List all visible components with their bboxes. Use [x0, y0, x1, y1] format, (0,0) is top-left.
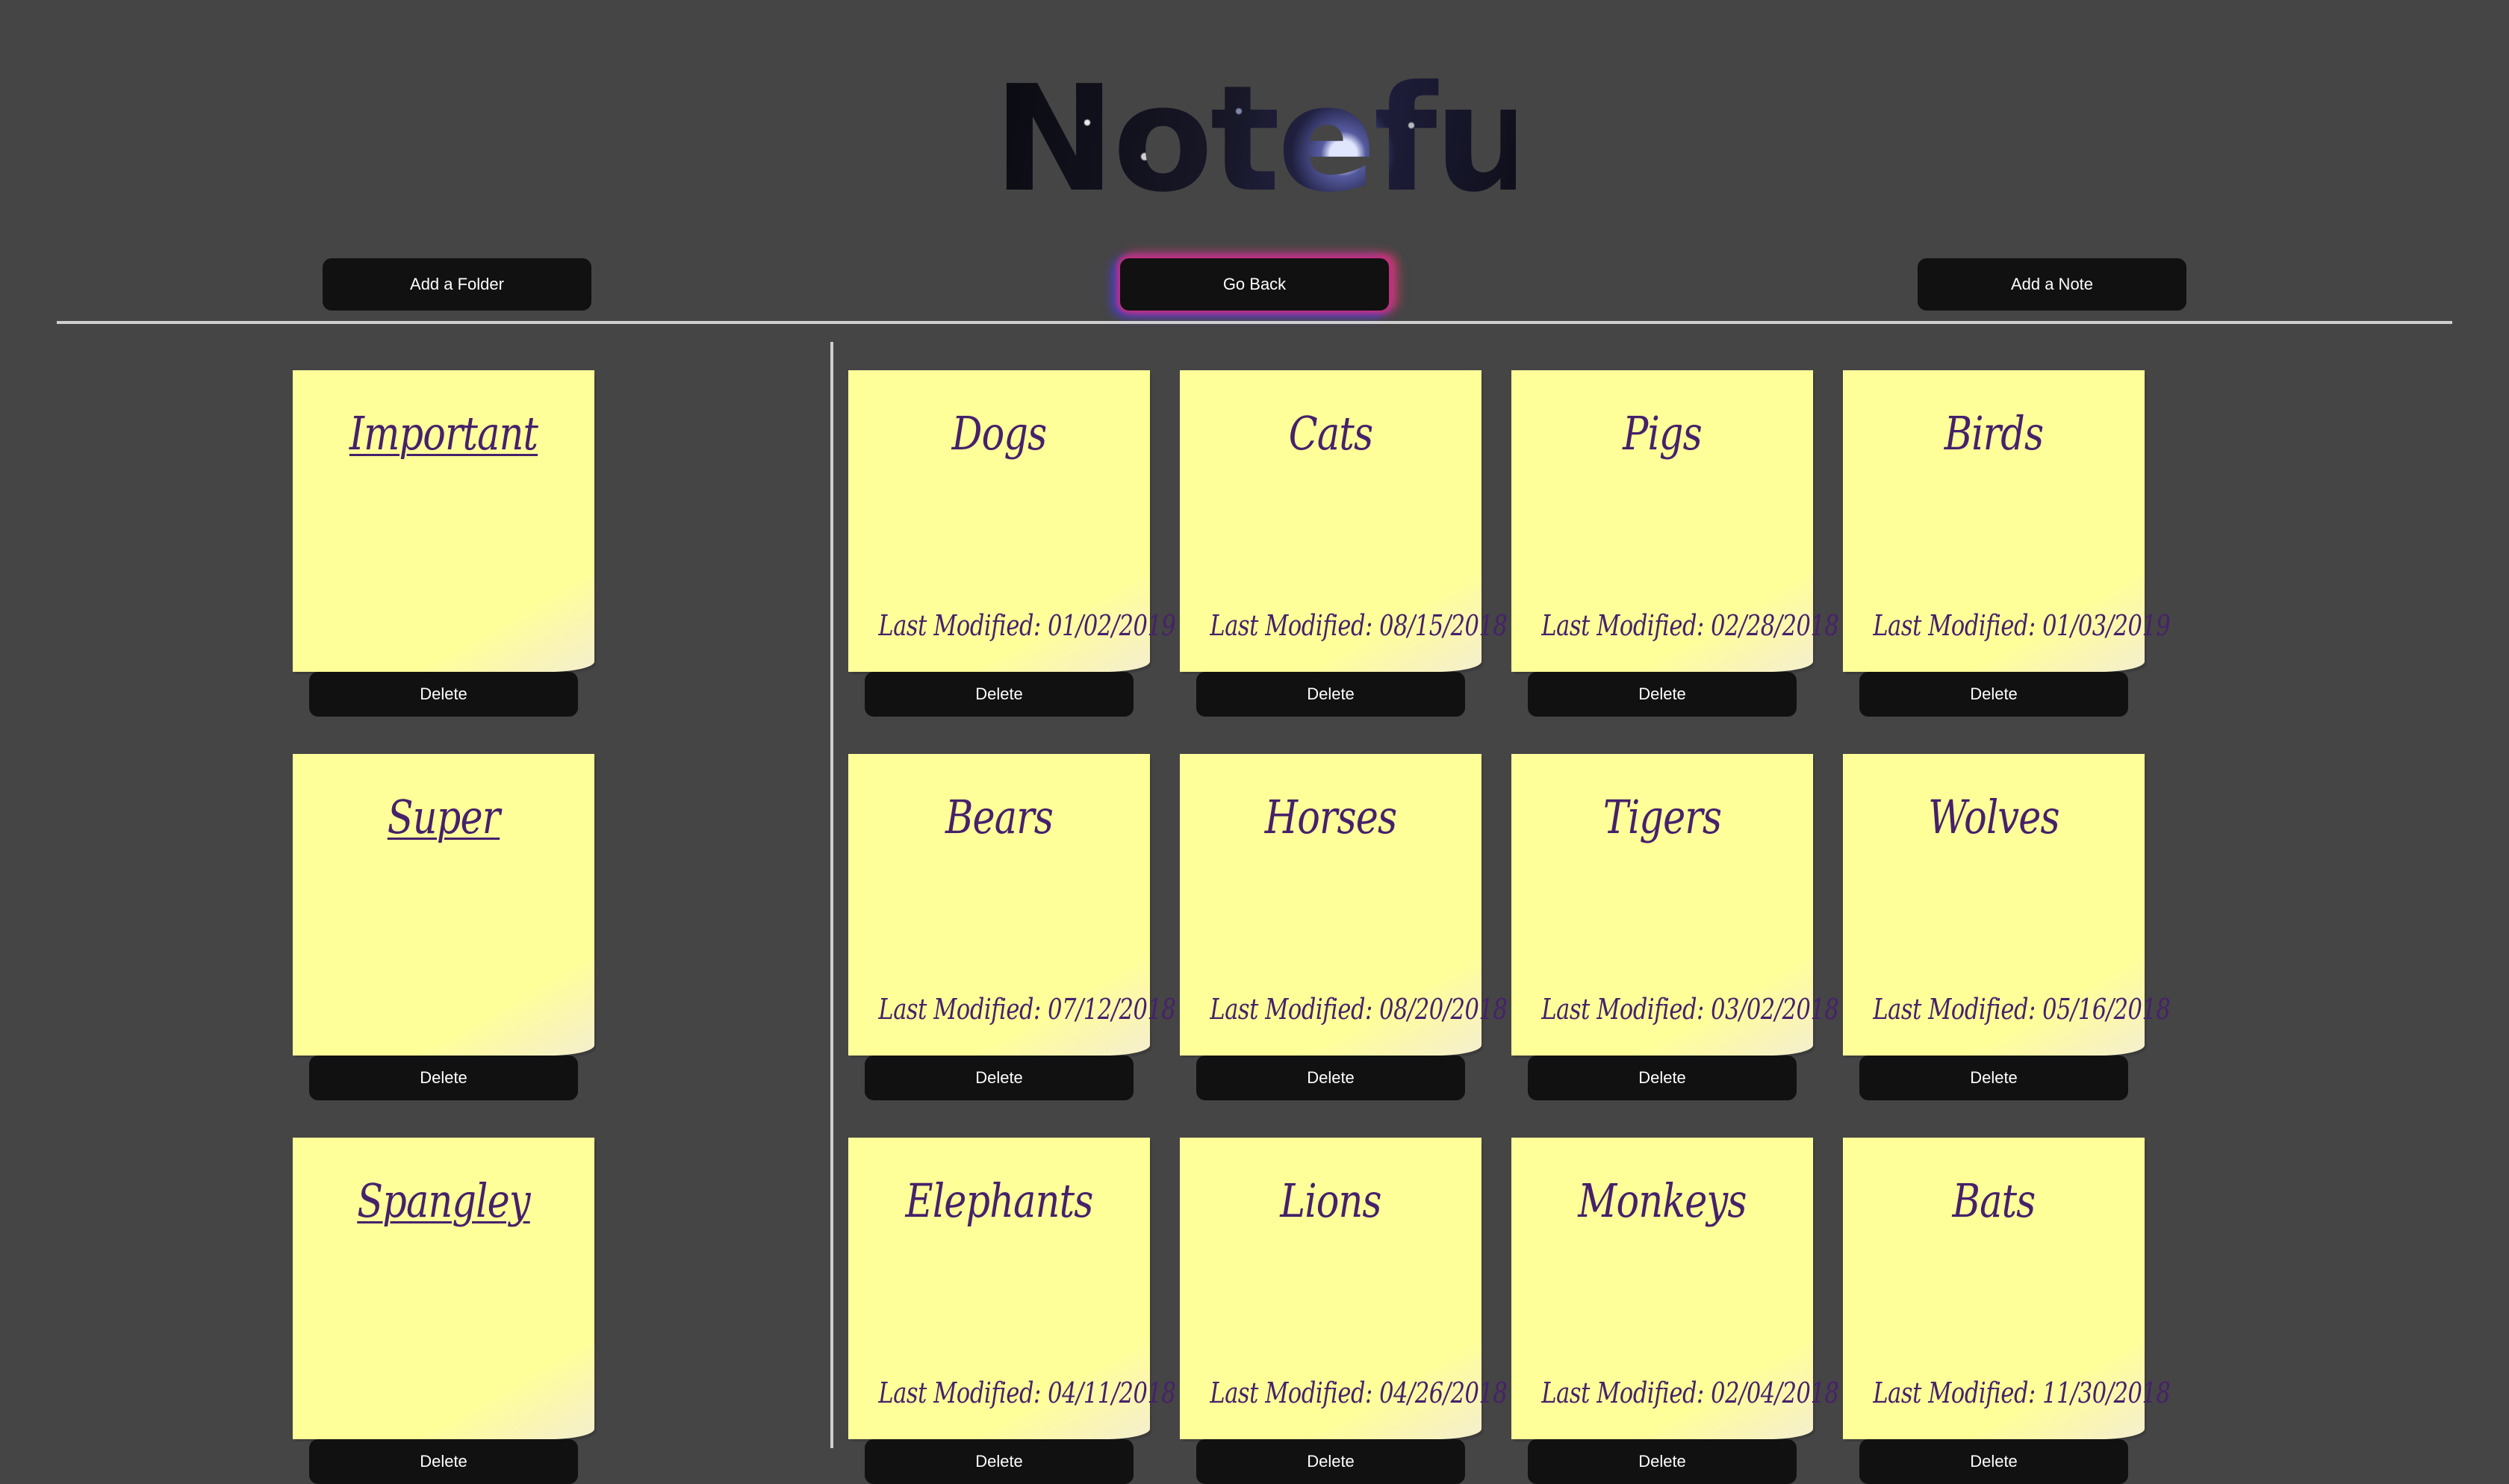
- folder-link[interactable]: Important: [320, 406, 567, 461]
- note-title[interactable]: Cats: [1207, 406, 1454, 461]
- delete-note-button[interactable]: Delete: [1528, 1056, 1797, 1100]
- note-card[interactable]: Bears Last Modified: 07/12/2018: [848, 754, 1176, 1056]
- folder-card: Super: [293, 754, 594, 1056]
- note-modified-date: Last Modified: 01/03/2019: [1873, 609, 2171, 642]
- note-modified-date: Last Modified: 04/11/2018: [878, 1377, 1176, 1409]
- note-card[interactable]: Lions Last Modified: 04/26/2018: [1180, 1138, 1508, 1439]
- note-card[interactable]: Bats Last Modified: 11/30/2018: [1843, 1138, 2171, 1439]
- delete-folder-button[interactable]: Delete: [309, 1056, 578, 1100]
- delete-note-button[interactable]: Delete: [865, 1056, 1134, 1100]
- delete-note-button[interactable]: Delete: [1196, 1056, 1465, 1100]
- note-title[interactable]: Lions: [1207, 1173, 1454, 1228]
- add-folder-button[interactable]: Add a Folder: [323, 258, 591, 311]
- delete-note-button[interactable]: Delete: [1859, 1439, 2128, 1484]
- note-card[interactable]: Tigers Last Modified: 03/02/2018: [1511, 754, 1839, 1056]
- delete-note-button[interactable]: Delete: [1196, 1439, 1465, 1484]
- note-card[interactable]: Pigs Last Modified: 02/28/2018: [1511, 370, 1839, 672]
- add-note-button[interactable]: Add a Note: [1918, 258, 2186, 311]
- note-card[interactable]: Dogs Last Modified: 01/02/2019: [848, 370, 1176, 672]
- note-card[interactable]: Elephants Last Modified: 04/11/2018: [848, 1138, 1176, 1439]
- note-card[interactable]: Birds Last Modified: 01/03/2019: [1843, 370, 2171, 672]
- note-title[interactable]: Monkeys: [1538, 1173, 1785, 1228]
- delete-folder-button[interactable]: Delete: [309, 672, 578, 717]
- note-title[interactable]: Dogs: [875, 406, 1122, 461]
- note-modified-date: Last Modified: 02/04/2018: [1541, 1377, 1839, 1409]
- go-back-button[interactable]: Go Back: [1120, 258, 1389, 311]
- folder-card: Important: [293, 370, 594, 672]
- folder-link[interactable]: Super: [320, 790, 567, 844]
- delete-note-button[interactable]: Delete: [1528, 672, 1797, 717]
- note-card[interactable]: Wolves Last Modified: 05/16/2018: [1843, 754, 2171, 1056]
- note-modified-date: Last Modified: 08/15/2018: [1210, 609, 1508, 642]
- delete-note-button[interactable]: Delete: [865, 1439, 1134, 1484]
- note-card[interactable]: Cats Last Modified: 08/15/2018: [1180, 370, 1508, 672]
- folder-card: Spangley: [293, 1138, 594, 1439]
- note-modified-date: Last Modified: 04/26/2018: [1210, 1377, 1508, 1409]
- note-title[interactable]: Bats: [1870, 1173, 2117, 1228]
- delete-note-button[interactable]: Delete: [1528, 1439, 1797, 1484]
- folder-link[interactable]: Spangley: [320, 1173, 567, 1228]
- note-card[interactable]: Monkeys Last Modified: 02/04/2018: [1511, 1138, 1839, 1439]
- note-modified-date: Last Modified: 07/12/2018: [878, 993, 1176, 1026]
- note-title[interactable]: Horses: [1207, 790, 1454, 844]
- note-title[interactable]: Tigers: [1538, 790, 1785, 844]
- note-modified-date: Last Modified: 01/02/2019: [878, 609, 1176, 642]
- delete-note-button[interactable]: Delete: [1196, 672, 1465, 717]
- delete-note-button[interactable]: Delete: [1859, 1056, 2128, 1100]
- sidebar-divider: [830, 342, 833, 1448]
- delete-note-button[interactable]: Delete: [1859, 672, 2128, 717]
- note-title[interactable]: Wolves: [1870, 790, 2117, 844]
- header-divider: [57, 321, 2452, 324]
- delete-note-button[interactable]: Delete: [865, 672, 1134, 717]
- note-card[interactable]: Horses Last Modified: 08/20/2018: [1180, 754, 1508, 1056]
- note-modified-date: Last Modified: 11/30/2018: [1873, 1377, 2171, 1409]
- note-title[interactable]: Elephants: [875, 1173, 1122, 1228]
- note-title[interactable]: Birds: [1870, 406, 2117, 461]
- note-modified-date: Last Modified: 02/28/2018: [1541, 609, 1839, 642]
- note-modified-date: Last Modified: 08/20/2018: [1210, 993, 1508, 1026]
- note-modified-date: Last Modified: 03/02/2018: [1541, 993, 1839, 1026]
- app-title: Noteful: [993, 54, 1583, 225]
- note-title[interactable]: Pigs: [1538, 406, 1785, 461]
- note-modified-date: Last Modified: 05/16/2018: [1873, 993, 2171, 1026]
- note-title[interactable]: Bears: [875, 790, 1122, 844]
- delete-folder-button[interactable]: Delete: [309, 1439, 578, 1484]
